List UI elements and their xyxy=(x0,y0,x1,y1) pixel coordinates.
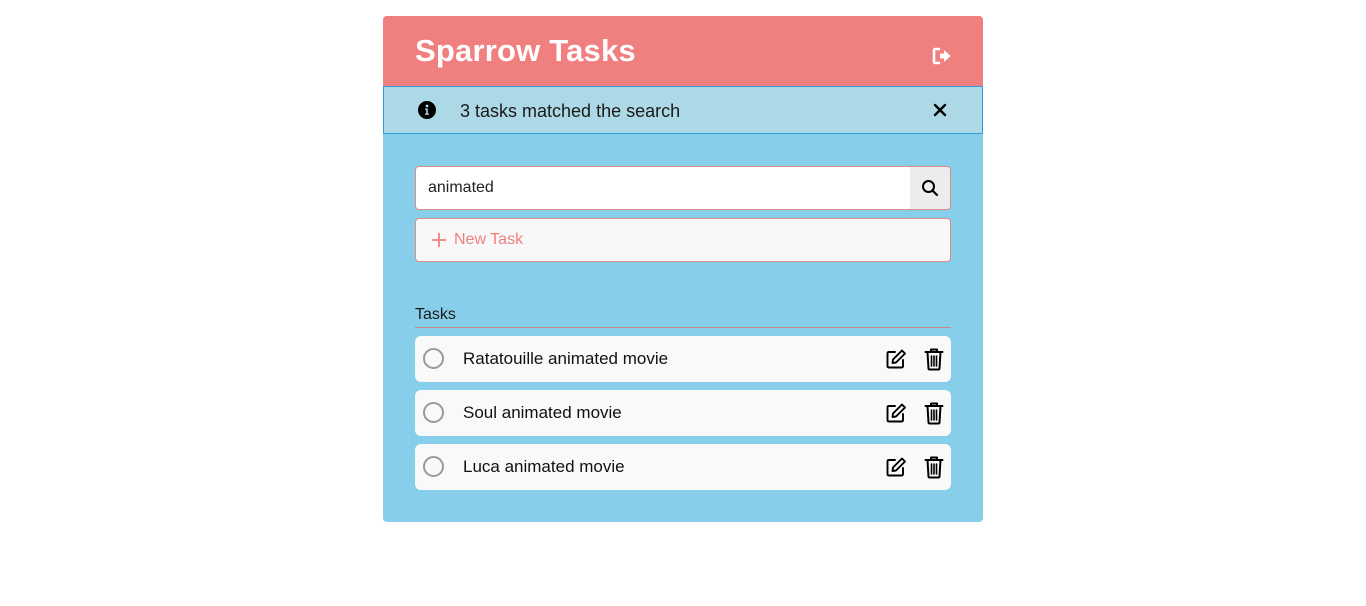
edit-icon[interactable] xyxy=(885,456,907,478)
task-label: Soul animated movie xyxy=(463,403,622,422)
plus-icon xyxy=(431,232,447,248)
task-checkbox[interactable] xyxy=(423,456,444,477)
trash-icon[interactable] xyxy=(924,455,944,479)
task-checkbox[interactable] xyxy=(423,348,444,369)
task-checkbox[interactable] xyxy=(423,402,444,423)
search-button[interactable] xyxy=(910,167,950,209)
task-item: Soul animated movie xyxy=(415,390,951,436)
logout-button[interactable] xyxy=(931,45,953,67)
task-label: Ratatouille animated movie xyxy=(463,349,669,368)
edit-icon[interactable] xyxy=(885,348,907,370)
search-icon xyxy=(922,180,939,197)
search-bar xyxy=(415,166,951,210)
tasks-heading: Tasks xyxy=(415,305,951,328)
sign-out-icon xyxy=(932,47,951,65)
task-item: Luca animated movie xyxy=(415,444,951,490)
task-list: Ratatouille animated movie Soul animated… xyxy=(415,336,951,498)
task-label: Luca animated movie xyxy=(463,457,625,476)
task-app: Sparrow Tasks 3 tasks matched the search xyxy=(383,16,983,522)
info-circle-icon xyxy=(418,101,436,119)
close-icon[interactable] xyxy=(932,102,948,118)
search-result-alert: 3 tasks matched the search xyxy=(383,86,983,134)
trash-icon[interactable] xyxy=(924,347,944,371)
task-item: Ratatouille animated movie xyxy=(415,336,951,382)
app-header: Sparrow Tasks xyxy=(383,16,983,86)
new-task-button[interactable]: New Task xyxy=(415,218,951,262)
app-title: Sparrow Tasks xyxy=(415,33,636,68)
trash-icon[interactable] xyxy=(924,401,944,425)
new-task-label: New Task xyxy=(454,231,524,248)
edit-icon[interactable] xyxy=(885,402,907,424)
search-input[interactable] xyxy=(416,167,910,209)
alert-message: 3 tasks matched the search xyxy=(460,101,681,121)
